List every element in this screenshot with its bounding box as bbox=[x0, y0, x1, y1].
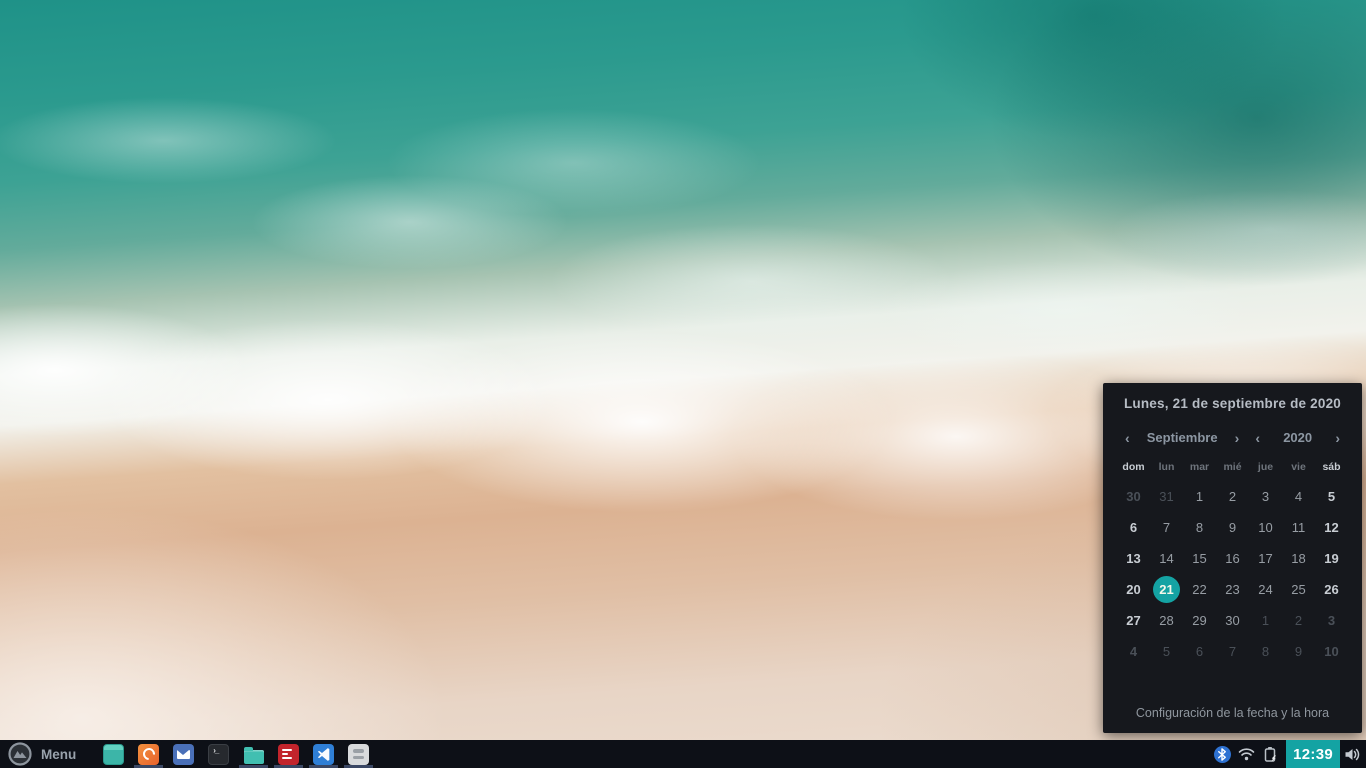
battery-charging-icon[interactable] bbox=[1258, 740, 1282, 768]
calendar-date-title: Lunes, 21 de septiembre de 2020 bbox=[1103, 396, 1362, 411]
calendar-day[interactable]: 19 bbox=[1315, 543, 1348, 574]
firefox-launcher[interactable] bbox=[131, 740, 166, 768]
calendar-day[interactable]: 8 bbox=[1183, 512, 1216, 543]
calendar-day[interactable]: 28 bbox=[1150, 605, 1183, 636]
mint-logo-icon bbox=[8, 742, 32, 766]
launcher-bar: ›_ bbox=[96, 740, 376, 768]
calendar-day[interactable]: 14 bbox=[1150, 543, 1183, 574]
menu-label: Menu bbox=[41, 747, 76, 762]
text-editor-icon bbox=[348, 744, 369, 765]
calendar-day[interactable]: 6 bbox=[1183, 636, 1216, 667]
calendar-day[interactable]: 17 bbox=[1249, 543, 1282, 574]
mail-icon bbox=[173, 744, 194, 765]
show-desktop-button[interactable] bbox=[96, 740, 131, 768]
calendar-day[interactable]: 7 bbox=[1216, 636, 1249, 667]
weekday-label: jue bbox=[1249, 461, 1282, 473]
calendar-day[interactable]: 22 bbox=[1183, 574, 1216, 605]
calendar-day[interactable]: 29 bbox=[1183, 605, 1216, 636]
calendar-day[interactable]: 1 bbox=[1249, 605, 1282, 636]
terminal-icon: ›_ bbox=[208, 744, 229, 765]
text-editor-launcher[interactable] bbox=[341, 740, 376, 768]
calendar-day[interactable]: 8 bbox=[1249, 636, 1282, 667]
calendar-day[interactable]: 11 bbox=[1282, 512, 1315, 543]
weekday-label: lun bbox=[1150, 461, 1183, 473]
mail-launcher[interactable] bbox=[166, 740, 201, 768]
menu-button[interactable]: Menu bbox=[0, 740, 86, 768]
calendar-day[interactable]: 10 bbox=[1315, 636, 1348, 667]
vscode-icon bbox=[313, 744, 334, 765]
calendar-day[interactable]: 20 bbox=[1117, 574, 1150, 605]
calendar-popup: Lunes, 21 de septiembre de 2020 ‹ Septie… bbox=[1103, 383, 1362, 733]
terminal-launcher[interactable]: ›_ bbox=[201, 740, 236, 768]
next-year-button[interactable]: › bbox=[1335, 431, 1340, 445]
calendar-day[interactable]: 27 bbox=[1117, 605, 1150, 636]
folder-icon bbox=[244, 745, 264, 764]
calendar-day[interactable]: 5 bbox=[1315, 481, 1348, 512]
weekday-label: mié bbox=[1216, 461, 1249, 473]
files-launcher[interactable] bbox=[236, 740, 271, 768]
taskbar: Menu ›_ bbox=[0, 740, 1366, 768]
calendar-day[interactable]: 3 bbox=[1249, 481, 1282, 512]
calendar-day-selected[interactable]: 21 bbox=[1150, 574, 1183, 605]
weekday-label: vie bbox=[1282, 461, 1315, 473]
next-month-button[interactable]: › bbox=[1235, 431, 1240, 445]
weekday-label: sáb bbox=[1315, 461, 1348, 473]
calendar-day[interactable]: 5 bbox=[1150, 636, 1183, 667]
calendar-day[interactable]: 2 bbox=[1216, 481, 1249, 512]
weekday-label: dom bbox=[1117, 461, 1150, 473]
clock-applet[interactable]: 12:39 bbox=[1286, 740, 1340, 768]
prev-year-button[interactable]: ‹ bbox=[1255, 431, 1260, 445]
speaker-icon[interactable] bbox=[1340, 740, 1366, 768]
red-terminal-launcher[interactable] bbox=[271, 740, 306, 768]
calendar-nav: ‹ Septiembre › ‹ 2020 › bbox=[1103, 430, 1362, 445]
calendar-day[interactable]: 23 bbox=[1216, 574, 1249, 605]
calendar-day[interactable]: 13 bbox=[1117, 543, 1150, 574]
weekday-label: mar bbox=[1183, 461, 1216, 473]
calendar-day[interactable]: 31 bbox=[1150, 481, 1183, 512]
prev-month-button[interactable]: ‹ bbox=[1125, 431, 1130, 445]
calendar-day[interactable]: 3 bbox=[1315, 605, 1348, 636]
date-time-settings-link[interactable]: Configuración de la fecha y la hora bbox=[1103, 706, 1362, 720]
calendar-day[interactable]: 1 bbox=[1183, 481, 1216, 512]
calendar-day[interactable]: 24 bbox=[1249, 574, 1282, 605]
vscode-launcher[interactable] bbox=[306, 740, 341, 768]
show-desktop-icon bbox=[103, 744, 124, 765]
calendar-day[interactable]: 18 bbox=[1282, 543, 1315, 574]
bluetooth-icon[interactable] bbox=[1210, 740, 1234, 768]
calendar-weekday-header: domlunmarmiéjueviesáb bbox=[1103, 461, 1362, 473]
calendar-day[interactable]: 4 bbox=[1117, 636, 1150, 667]
calendar-day[interactable]: 7 bbox=[1150, 512, 1183, 543]
calendar-day[interactable]: 4 bbox=[1282, 481, 1315, 512]
calendar-day[interactable]: 12 bbox=[1315, 512, 1348, 543]
firefox-icon bbox=[138, 744, 159, 765]
calendar-day[interactable]: 9 bbox=[1282, 636, 1315, 667]
calendar-day[interactable]: 26 bbox=[1315, 574, 1348, 605]
calendar-day[interactable]: 25 bbox=[1282, 574, 1315, 605]
calendar-day[interactable]: 6 bbox=[1117, 512, 1150, 543]
system-tray: 12:39 bbox=[1210, 740, 1366, 768]
year-label: 2020 bbox=[1283, 430, 1312, 445]
calendar-day[interactable]: 9 bbox=[1216, 512, 1249, 543]
red-terminal-icon bbox=[278, 744, 299, 765]
calendar-day[interactable]: 30 bbox=[1216, 605, 1249, 636]
calendar-grid: 3031123456789101112131415161718192021222… bbox=[1103, 481, 1362, 667]
calendar-day[interactable]: 10 bbox=[1249, 512, 1282, 543]
desktop: Lunes, 21 de septiembre de 2020 ‹ Septie… bbox=[0, 0, 1366, 768]
calendar-day[interactable]: 15 bbox=[1183, 543, 1216, 574]
month-label: Septiembre bbox=[1147, 430, 1218, 445]
wifi-icon[interactable] bbox=[1234, 740, 1258, 768]
calendar-day[interactable]: 16 bbox=[1216, 543, 1249, 574]
calendar-day[interactable]: 2 bbox=[1282, 605, 1315, 636]
calendar-day[interactable]: 30 bbox=[1117, 481, 1150, 512]
